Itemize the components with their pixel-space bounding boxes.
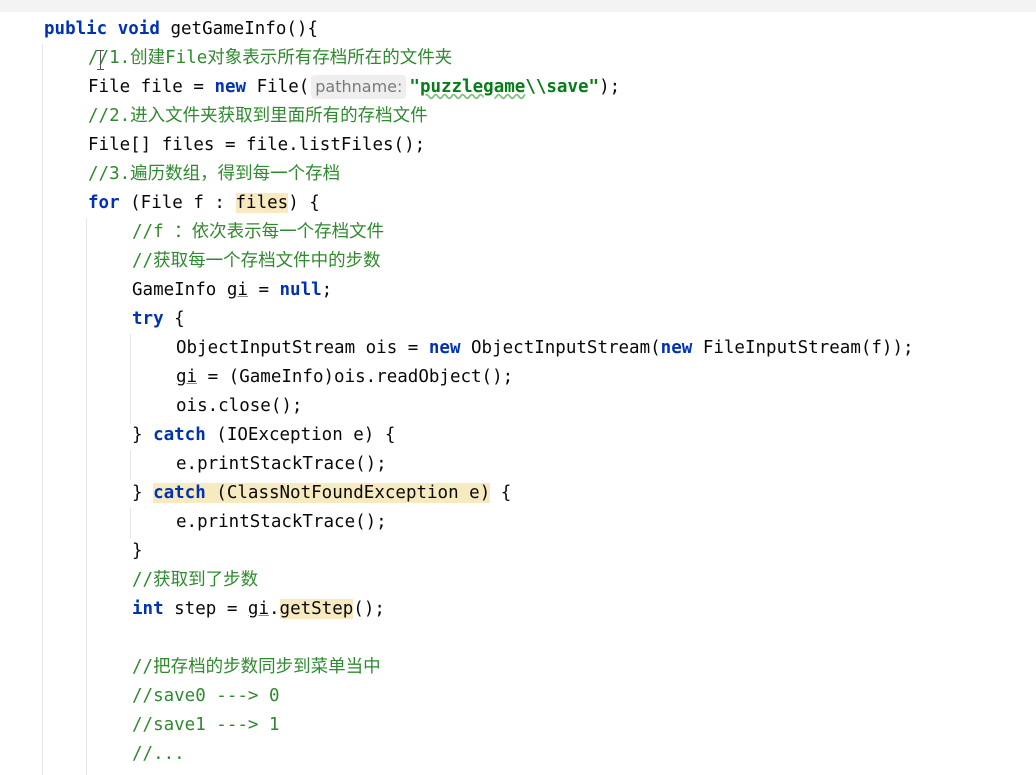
code-text: (); bbox=[353, 599, 385, 619]
code-line-24[interactable]: //save0 ---> 0 bbox=[132, 682, 280, 711]
code-line-9[interactable]: //获取每一个存档文件中的步数 bbox=[132, 247, 381, 276]
code-line-20[interactable]: //获取到了步数 bbox=[132, 566, 258, 595]
editor-top-strip bbox=[0, 0, 1036, 12]
code-text: (IOException e) { bbox=[205, 425, 396, 445]
code-line-18[interactable]: e.printStackTrace(); bbox=[176, 508, 387, 537]
code-line-16[interactable]: e.printStackTrace(); bbox=[176, 450, 387, 479]
keyword: catch bbox=[153, 425, 206, 445]
code-line-2[interactable]: //1.创建File对象表示所有存档所在的文件夹 bbox=[88, 44, 452, 73]
code-line-15[interactable]: } catch (IOException e) { bbox=[132, 421, 395, 450]
variable: gi bbox=[226, 280, 248, 300]
code-text: = (GameInfo)ois.readObject(); bbox=[197, 367, 514, 387]
comment: //save0 ---> 0 bbox=[132, 686, 280, 706]
code-text: . bbox=[268, 599, 280, 619]
keyword: void bbox=[117, 19, 160, 39]
keyword: public bbox=[44, 19, 108, 39]
code-line-23[interactable]: //把存档的步数同步到菜单当中 bbox=[132, 653, 381, 682]
indent-guide-catch1 bbox=[130, 450, 131, 480]
code-line-12[interactable]: ObjectInputStream ois = new ObjectInputS… bbox=[176, 334, 914, 363]
variable: gi bbox=[247, 599, 269, 619]
code-text: ); bbox=[599, 77, 621, 97]
keyword: new bbox=[214, 77, 247, 97]
indent-guide-for bbox=[86, 218, 87, 775]
code-text: ) { bbox=[288, 193, 320, 213]
code-line-6[interactable]: //3.遍历数组，得到每一个存档 bbox=[88, 160, 340, 189]
string-word: puzzlegame bbox=[419, 77, 526, 97]
variable: gi bbox=[176, 367, 198, 387]
comment: //2.进入文件夹获取到里面所有的存档文件 bbox=[88, 106, 428, 126]
keyword: catch bbox=[153, 483, 206, 503]
code-line-5[interactable]: File[] files = file.listFiles(); bbox=[88, 131, 425, 160]
keyword: int bbox=[132, 599, 164, 619]
keyword: new bbox=[660, 338, 693, 358]
code-line-8[interactable]: //f ：依次表示每一个存档文件 bbox=[132, 218, 384, 247]
string-rest: \\save" bbox=[525, 77, 600, 97]
code-text: e.printStackTrace(); bbox=[176, 512, 387, 532]
parameter-hint: pathname: bbox=[311, 75, 407, 99]
text-cursor-icon bbox=[97, 50, 104, 70]
indent-guide-method bbox=[42, 44, 43, 775]
indent-guide-try bbox=[130, 334, 131, 424]
comment: //1.创建File对象表示所有存档所在的文件夹 bbox=[88, 48, 453, 68]
code-text: ois.close(); bbox=[176, 396, 303, 416]
code-text: getGameInfo(){ bbox=[159, 19, 318, 39]
code-text: File file = bbox=[88, 77, 215, 97]
code-line-19[interactable]: } bbox=[132, 537, 143, 566]
code-text: e.printStackTrace(); bbox=[176, 454, 387, 474]
code-text: { bbox=[163, 309, 185, 329]
indent-guide-catch2 bbox=[130, 508, 131, 538]
code-text: GameInfo bbox=[132, 280, 227, 300]
code-text: ; bbox=[321, 280, 333, 300]
code-line-25[interactable]: //save1 ---> 1 bbox=[132, 711, 280, 740]
keyword: try bbox=[132, 309, 164, 329]
highlighted-identifier: files bbox=[235, 193, 289, 213]
code-line-26[interactable]: //... bbox=[132, 740, 185, 769]
code-line-17[interactable]: } catch (ClassNotFoundException e) { bbox=[132, 479, 511, 508]
keyword: new bbox=[428, 338, 461, 358]
code-text: File( bbox=[246, 77, 310, 97]
comment: //把存档的步数同步到菜单当中 bbox=[132, 657, 381, 677]
comment: //f ：依次表示每一个存档文件 bbox=[132, 222, 385, 242]
code-text: } bbox=[132, 483, 154, 503]
code-line-11[interactable]: try { bbox=[132, 305, 185, 334]
code-text: } bbox=[132, 541, 143, 561]
code-text: { bbox=[490, 483, 512, 503]
code-text: step = bbox=[163, 599, 248, 619]
code-text: ObjectInputStream ois = bbox=[176, 338, 429, 358]
code-line-14[interactable]: ois.close(); bbox=[176, 392, 302, 421]
code-text: (File f : bbox=[119, 193, 236, 213]
code-line-21[interactable]: int step = gi.getStep(); bbox=[132, 595, 385, 624]
keyword: for bbox=[88, 193, 120, 213]
code-line-7[interactable]: for (File f : files) { bbox=[88, 189, 320, 218]
code-text: = bbox=[247, 280, 280, 300]
code-text: ObjectInputStream( bbox=[460, 338, 661, 358]
code-line-4[interactable]: //2.进入文件夹获取到里面所有的存档文件 bbox=[88, 102, 428, 131]
code-line-1[interactable]: public void getGameInfo(){ bbox=[44, 15, 318, 44]
code-editor[interactable]: public void getGameInfo(){ //1.创建File对象表… bbox=[0, 0, 1036, 775]
comment: //3.遍历数组，得到每一个存档 bbox=[88, 164, 341, 184]
keyword: null bbox=[279, 280, 322, 300]
code-text: File[] files = file.listFiles(); bbox=[88, 135, 426, 155]
comment: //获取每一个存档文件中的步数 bbox=[132, 251, 381, 271]
string-quote: " bbox=[409, 77, 420, 97]
highlighted-catch-clause: (ClassNotFoundException e) bbox=[205, 483, 491, 503]
comment: //获取到了步数 bbox=[132, 570, 259, 590]
code-text: } bbox=[132, 425, 154, 445]
comment: //save1 ---> 1 bbox=[132, 715, 280, 735]
highlighted-method: getStep bbox=[279, 599, 354, 619]
code-line-3[interactable]: File file = new File(pathname: "puzzlegam… bbox=[88, 73, 620, 102]
code-line-13[interactable]: gi = (GameInfo)ois.readObject(); bbox=[176, 363, 513, 392]
code-line-10[interactable]: GameInfo gi = null; bbox=[132, 276, 332, 305]
code-text: FileInputStream(f)); bbox=[692, 338, 914, 358]
comment: //... bbox=[132, 744, 185, 764]
